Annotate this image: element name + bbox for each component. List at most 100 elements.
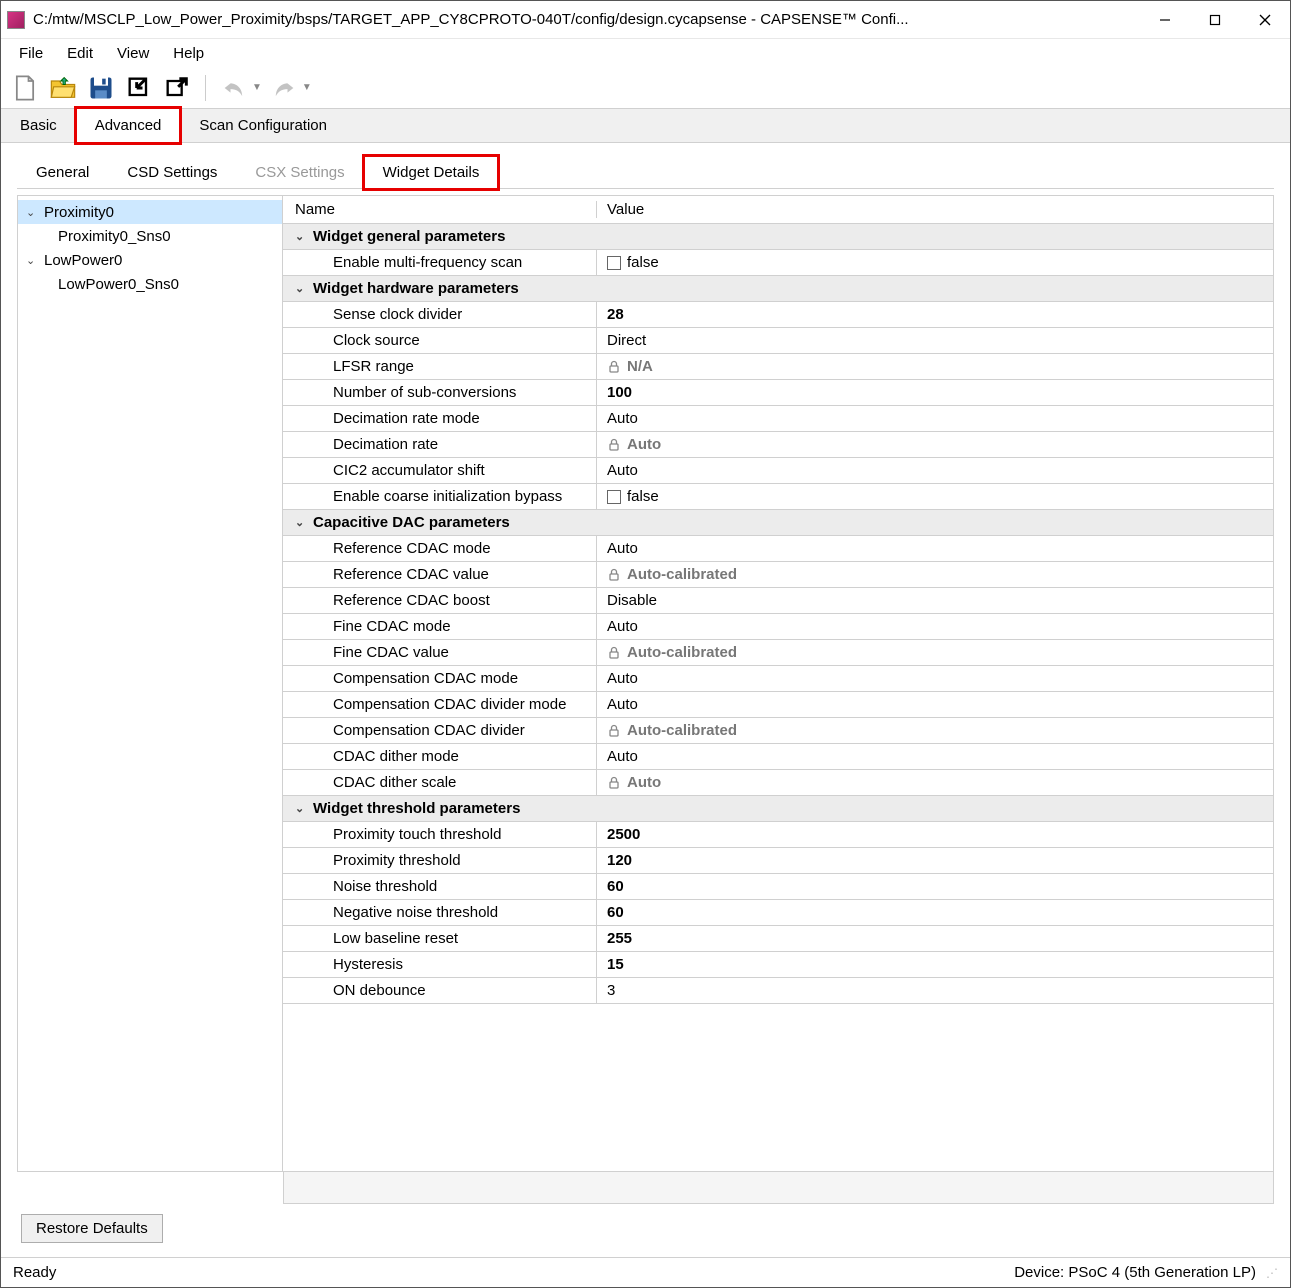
- maximize-button[interactable]: [1190, 2, 1240, 38]
- chevron-down-icon[interactable]: [295, 282, 313, 295]
- undo-icon[interactable]: [218, 72, 250, 104]
- row-decimation-rate[interactable]: Decimation rateAuto: [283, 432, 1273, 458]
- row-noise-threshold[interactable]: Noise threshold60: [283, 874, 1273, 900]
- property-grid-header: Name Value: [283, 196, 1273, 224]
- tree-item-lowpower0[interactable]: LowPower0: [18, 248, 282, 272]
- tab-general[interactable]: General: [17, 156, 108, 188]
- lock-icon: [607, 568, 621, 582]
- redo-dropdown[interactable]: ▼: [268, 72, 312, 104]
- row-proximity-threshold[interactable]: Proximity threshold120: [283, 848, 1273, 874]
- row-proximity-touch-threshold[interactable]: Proximity touch threshold2500: [283, 822, 1273, 848]
- group-label: Widget hardware parameters: [313, 280, 519, 297]
- open-folder-icon[interactable]: [47, 72, 79, 104]
- secondary-tabs: General CSD Settings CSX Settings Widget…: [17, 155, 1274, 189]
- redo-icon[interactable]: [268, 72, 300, 104]
- row-lfsr-range[interactable]: LFSR rangeN/A: [283, 354, 1273, 380]
- export-icon[interactable]: [161, 72, 193, 104]
- lock-icon: [607, 360, 621, 374]
- tree-item-lowpower0-sns0[interactable]: LowPower0_Sns0: [18, 272, 282, 296]
- minimize-button[interactable]: [1140, 2, 1190, 38]
- group-widget-general[interactable]: Widget general parameters: [283, 224, 1273, 250]
- chevron-down-icon[interactable]: [295, 516, 313, 529]
- group-capacitive-dac[interactable]: Capacitive DAC parameters: [283, 510, 1273, 536]
- group-widget-threshold[interactable]: Widget threshold parameters: [283, 796, 1273, 822]
- tree-label: Proximity0: [44, 204, 114, 221]
- chevron-down-icon[interactable]: [295, 230, 313, 243]
- caret-down-icon: ▼: [302, 82, 312, 93]
- tab-widget-details[interactable]: Widget Details: [364, 156, 499, 189]
- menu-view[interactable]: View: [105, 41, 161, 66]
- row-reference-cdac-value[interactable]: Reference CDAC valueAuto-calibrated: [283, 562, 1273, 588]
- statusbar: Ready Device: PSoC 4 (5th Generation LP)…: [1, 1257, 1290, 1287]
- content-split: Proximity0 Proximity0_Sns0 LowPower0 Low…: [17, 195, 1274, 1172]
- group-label: Widget threshold parameters: [313, 800, 520, 817]
- row-sense-clock-divider[interactable]: Sense clock divider28: [283, 302, 1273, 328]
- status-device: Device: PSoC 4 (5th Generation LP): [1014, 1264, 1256, 1281]
- row-fine-cdac-mode[interactable]: Fine CDAC modeAuto: [283, 614, 1273, 640]
- row-negative-noise-threshold[interactable]: Negative noise threshold60: [283, 900, 1273, 926]
- checkbox-icon[interactable]: [607, 256, 621, 270]
- property-grid: Name Value Widget general parameters Ena…: [283, 195, 1274, 1172]
- widget-tree[interactable]: Proximity0 Proximity0_Sns0 LowPower0 Low…: [17, 195, 283, 1172]
- caret-down-icon: ▼: [252, 82, 262, 93]
- window-title: C:/mtw/MSCLP_Low_Power_Proximity/bsps/TA…: [33, 11, 1140, 28]
- row-low-baseline-reset[interactable]: Low baseline reset255: [283, 926, 1273, 952]
- tab-csd-settings[interactable]: CSD Settings: [108, 156, 236, 188]
- menubar: File Edit View Help: [1, 39, 1290, 67]
- app-window: C:/mtw/MSCLP_Low_Power_Proximity/bsps/TA…: [0, 0, 1291, 1288]
- primary-tabs: Basic Advanced Scan Configuration: [1, 109, 1290, 143]
- row-on-debounce[interactable]: ON debounce3: [283, 978, 1273, 1004]
- resize-grip-icon[interactable]: ⋰: [1266, 1266, 1278, 1280]
- tab-basic[interactable]: Basic: [1, 108, 76, 142]
- row-compensation-cdac-divider-mode[interactable]: Compensation CDAC divider modeAuto: [283, 692, 1273, 718]
- toolbar-separator: [205, 75, 206, 101]
- lock-icon: [607, 724, 621, 738]
- row-cdac-dither-scale[interactable]: CDAC dither scaleAuto: [283, 770, 1273, 796]
- titlebar: C:/mtw/MSCLP_Low_Power_Proximity/bsps/TA…: [1, 1, 1290, 39]
- app-icon: [7, 11, 25, 29]
- row-reference-cdac-boost[interactable]: Reference CDAC boostDisable: [283, 588, 1273, 614]
- row-cic2-accumulator-shift[interactable]: CIC2 accumulator shiftAuto: [283, 458, 1273, 484]
- row-enable-coarse-init-bypass[interactable]: Enable coarse initialization bypassfalse: [283, 484, 1273, 510]
- menu-file[interactable]: File: [7, 41, 55, 66]
- row-compensation-cdac-divider[interactable]: Compensation CDAC dividerAuto-calibrated: [283, 718, 1273, 744]
- import-icon[interactable]: [123, 72, 155, 104]
- property-grid-body[interactable]: Widget general parameters Enable multi-f…: [283, 224, 1273, 1171]
- group-label: Widget general parameters: [313, 228, 505, 245]
- menu-help[interactable]: Help: [161, 41, 216, 66]
- tab-csx-settings: CSX Settings: [236, 156, 363, 188]
- save-icon[interactable]: [85, 72, 117, 104]
- work-area: General CSD Settings CSX Settings Widget…: [1, 143, 1290, 1257]
- property-description: [283, 1172, 1274, 1204]
- row-clock-source[interactable]: Clock sourceDirect: [283, 328, 1273, 354]
- row-fine-cdac-value[interactable]: Fine CDAC valueAuto-calibrated: [283, 640, 1273, 666]
- tab-advanced[interactable]: Advanced: [76, 108, 181, 143]
- group-widget-hardware[interactable]: Widget hardware parameters: [283, 276, 1273, 302]
- chevron-down-icon[interactable]: [295, 802, 313, 815]
- close-button[interactable]: [1240, 2, 1290, 38]
- tree-label: LowPower0_Sns0: [58, 276, 179, 293]
- menu-edit[interactable]: Edit: [55, 41, 105, 66]
- restore-row: Restore Defaults: [17, 1204, 1274, 1249]
- tab-scan-configuration[interactable]: Scan Configuration: [180, 108, 346, 142]
- row-enable-multi-frequency-scan[interactable]: Enable multi-frequency scanfalse: [283, 250, 1273, 276]
- row-number-sub-conversions[interactable]: Number of sub-conversions100: [283, 380, 1273, 406]
- row-hysteresis[interactable]: Hysteresis15: [283, 952, 1273, 978]
- chevron-down-icon[interactable]: [26, 206, 40, 219]
- row-compensation-cdac-mode[interactable]: Compensation CDAC modeAuto: [283, 666, 1273, 692]
- column-header-value[interactable]: Value: [597, 201, 1273, 218]
- tree-label: LowPower0: [44, 252, 122, 269]
- row-reference-cdac-mode[interactable]: Reference CDAC modeAuto: [283, 536, 1273, 562]
- tree-label: Proximity0_Sns0: [58, 228, 171, 245]
- row-decimation-rate-mode[interactable]: Decimation rate modeAuto: [283, 406, 1273, 432]
- tree-item-proximity0[interactable]: Proximity0: [18, 200, 282, 224]
- chevron-down-icon[interactable]: [26, 254, 40, 267]
- tree-item-proximity0-sns0[interactable]: Proximity0_Sns0: [18, 224, 282, 248]
- toolbar: ▼ ▼: [1, 67, 1290, 109]
- row-cdac-dither-mode[interactable]: CDAC dither modeAuto: [283, 744, 1273, 770]
- column-header-name[interactable]: Name: [283, 201, 597, 218]
- new-file-icon[interactable]: [9, 72, 41, 104]
- restore-defaults-button[interactable]: Restore Defaults: [21, 1214, 163, 1243]
- checkbox-icon[interactable]: [607, 490, 621, 504]
- undo-dropdown[interactable]: ▼: [218, 72, 262, 104]
